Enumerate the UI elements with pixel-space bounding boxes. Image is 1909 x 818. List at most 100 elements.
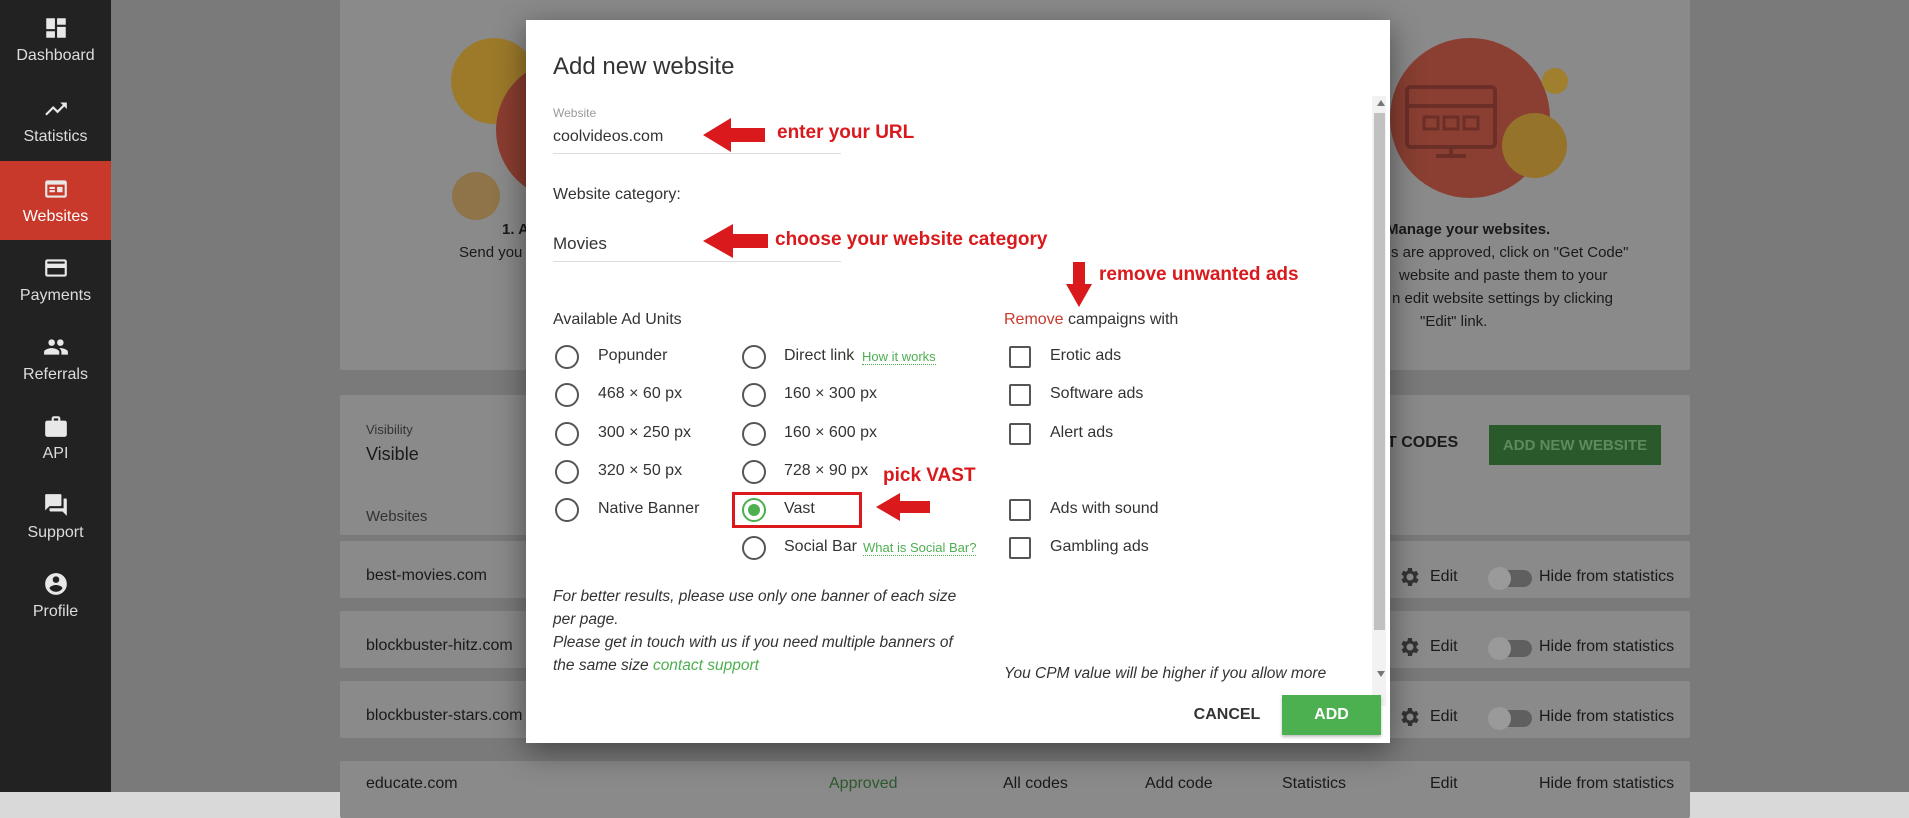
step3-line: n edit website settings by clicking xyxy=(1392,290,1613,307)
checkbox-gambling-ads[interactable] xyxy=(1009,537,1031,559)
sidebar-item-label: Dashboard xyxy=(16,46,95,64)
ad-units-label: Available Ad Units xyxy=(553,311,682,328)
ad-unit-label: 320 × 50 px xyxy=(598,462,683,479)
add-new-website-button[interactable]: ADD NEW WEBSITE xyxy=(1489,425,1661,465)
visibility-select[interactable]: Visible xyxy=(366,444,419,465)
hide-label: Hide from statistics xyxy=(1539,568,1675,585)
radio-native-banner[interactable] xyxy=(555,498,579,522)
annotation-arrow-icon xyxy=(703,224,768,258)
banner-note: For better results, please use only one … xyxy=(553,585,973,677)
radio-popunder[interactable] xyxy=(555,345,579,369)
scroll-up-icon[interactable] xyxy=(1377,100,1385,106)
all-codes-link[interactable]: All codes xyxy=(1003,775,1068,793)
annotation-remove: remove unwanted ads xyxy=(1099,264,1299,285)
people-icon xyxy=(43,338,68,355)
sidebar-item-statistics[interactable]: Statistics xyxy=(0,81,111,160)
get-codes-button[interactable]: T CODES xyxy=(1387,434,1458,452)
radio-728x90[interactable] xyxy=(742,460,766,484)
gear-icon[interactable] xyxy=(1397,565,1421,589)
sidebar-item-label: Websites xyxy=(22,207,89,225)
dialog-title: Add new website xyxy=(553,53,735,80)
step3-line: "Edit" link. xyxy=(1420,313,1488,330)
remove-option-label: Alert ads xyxy=(1050,424,1114,441)
statistics-link[interactable]: Statistics xyxy=(1282,775,1346,793)
hide-toggle[interactable] xyxy=(1488,567,1532,590)
sidebar-item-label: API xyxy=(42,444,69,462)
websites-header: Websites xyxy=(366,508,428,525)
remove-campaigns-label: Remove campaigns with xyxy=(1004,311,1178,329)
visibility-label: Visibility xyxy=(366,422,413,437)
sidebar-item-label: Statistics xyxy=(23,127,88,145)
website-domain: blockbuster-hitz.com xyxy=(366,637,513,654)
hide-label: Hide from statistics xyxy=(1539,638,1675,655)
sidebar-item-payments[interactable]: Payments xyxy=(0,240,111,319)
what-is-social-bar-link[interactable]: What is Social Bar? xyxy=(863,540,977,556)
radio-160x300[interactable] xyxy=(742,383,766,407)
sidebar-item-dashboard[interactable]: Dashboard xyxy=(0,0,111,79)
sidebar-item-support[interactable]: Support xyxy=(0,477,111,556)
checkbox-erotic-ads[interactable] xyxy=(1009,346,1031,368)
card-icon xyxy=(44,258,67,277)
edit-link[interactable]: Edit xyxy=(1430,708,1458,726)
annotation-category: choose your website category xyxy=(775,229,1048,250)
sidebar-item-profile[interactable]: Profile xyxy=(0,556,111,635)
person-icon xyxy=(44,572,67,595)
radio-468x60[interactable] xyxy=(555,383,579,407)
decor-circle xyxy=(452,172,500,220)
hide-toggle[interactable] xyxy=(1488,637,1532,660)
radio-social-bar[interactable] xyxy=(742,536,766,560)
remove-option-label: Ads with sound xyxy=(1050,500,1159,517)
website-field-label: Website xyxy=(553,106,597,120)
cancel-button[interactable]: CANCEL xyxy=(1172,695,1282,735)
gear-icon[interactable] xyxy=(1397,635,1421,659)
add-button[interactable]: ADD xyxy=(1282,695,1381,735)
ad-unit-label: Direct link xyxy=(784,347,855,364)
radio-direct-link[interactable] xyxy=(742,345,766,369)
sidebar-item-label: Referrals xyxy=(23,365,88,383)
ad-unit-label: 160 × 300 px xyxy=(784,385,877,402)
add-code-link[interactable]: Add code xyxy=(1145,775,1213,793)
scroll-down-icon[interactable] xyxy=(1377,671,1385,677)
step3-title: Manage your websites. xyxy=(1386,221,1551,238)
ad-unit-label: 300 × 250 px xyxy=(598,424,691,441)
sidebar-item-label: Support xyxy=(27,523,84,541)
edit-link[interactable]: Edit xyxy=(1430,568,1458,586)
note-line1: For better results, please use only one … xyxy=(553,588,957,628)
sidebar: Dashboard Statistics Websites Payments R… xyxy=(0,0,111,792)
category-label: Website category: xyxy=(553,186,681,203)
annotation-url: enter your URL xyxy=(777,122,915,143)
remove-rest: campaigns with xyxy=(1063,311,1179,328)
trending-icon xyxy=(44,102,67,115)
radio-320x50[interactable] xyxy=(555,460,579,484)
contact-support-link[interactable]: contact support xyxy=(653,657,759,674)
remove-word: Remove xyxy=(1004,311,1064,328)
sidebar-item-referrals[interactable]: Referrals xyxy=(0,319,111,398)
step3-line: website and paste them to your xyxy=(1399,267,1608,284)
checkbox-ads-with-sound[interactable] xyxy=(1009,499,1031,521)
ad-unit-label: 160 × 600 px xyxy=(784,424,877,441)
radio-160x600[interactable] xyxy=(742,422,766,446)
edit-link[interactable]: Edit xyxy=(1430,775,1458,793)
remove-option-label: Software ads xyxy=(1050,385,1144,402)
sidebar-item-websites[interactable]: Websites xyxy=(0,161,111,240)
ad-unit-label: 728 × 90 px xyxy=(784,462,869,479)
chat-icon xyxy=(44,493,67,516)
gear-icon[interactable] xyxy=(1397,705,1421,729)
dashboard-icon xyxy=(45,17,66,38)
briefcase-icon xyxy=(44,415,67,437)
remove-option-label: Gambling ads xyxy=(1050,538,1149,555)
checkbox-software-ads[interactable] xyxy=(1009,384,1031,406)
edit-link[interactable]: Edit xyxy=(1430,638,1458,656)
ad-unit-label: Social Bar xyxy=(784,538,857,555)
websites-icon xyxy=(44,179,67,198)
hide-toggle[interactable] xyxy=(1488,707,1532,730)
how-it-works-link[interactable]: How it works xyxy=(862,349,936,365)
checkbox-alert-ads[interactable] xyxy=(1009,423,1031,445)
sidebar-item-api[interactable]: API xyxy=(0,398,111,477)
scrollbar-thumb[interactable] xyxy=(1374,113,1385,630)
cpm-note: You CPM value will be higher if you allo… xyxy=(1004,665,1327,682)
sidebar-item-label: Profile xyxy=(32,602,79,620)
decor-circle xyxy=(1542,68,1568,94)
radio-300x250[interactable] xyxy=(555,422,579,446)
website-domain: educate.com xyxy=(366,775,458,792)
